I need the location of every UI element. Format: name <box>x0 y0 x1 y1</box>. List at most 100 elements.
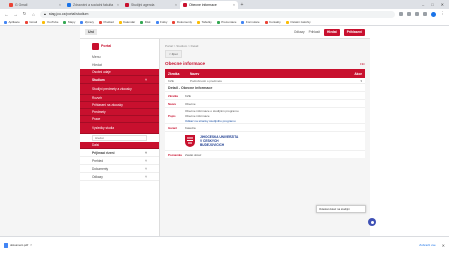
detail-value[interactable]: Zaslat dotaz <box>183 153 365 157</box>
detail-line[interactable]: Odkaz na stranky studijniho programu <box>185 118 363 123</box>
bookmark-label: Dokumenty <box>176 20 193 24</box>
sidebar-item[interactable]: Osobni udaje <box>80 69 159 76</box>
login-button[interactable]: Prihlaseni <box>343 28 365 36</box>
detail-row: Nazev Obecne <box>165 99 365 107</box>
new-tab-button[interactable]: + <box>238 1 246 9</box>
sidebar-item[interactable]: Rozvrh <box>80 95 159 102</box>
search-button[interactable]: Hledat <box>324 28 340 36</box>
brand-text: Portal <box>101 44 112 48</box>
bookmark-item[interactable]: Prezentace <box>216 20 236 24</box>
tab[interactable]: Studijni agenda × <box>122 1 180 9</box>
bookmark-item[interactable]: Ostatni zalozky <box>285 20 311 24</box>
extension-icon[interactable] <box>399 12 403 16</box>
tab[interactable]: Zdravotni a socialni fakulta × <box>64 1 122 9</box>
bookmark-item[interactable]: YouTube <box>42 20 58 24</box>
chevron-up-icon[interactable]: ˄ <box>30 243 32 247</box>
bookmark-label: Ostatni zalozky <box>290 20 311 24</box>
tab[interactable]: Obecne informace × <box>180 1 238 9</box>
sidebar-item-more[interactable]: Dalsi <box>80 142 159 149</box>
bookmark-item[interactable]: Disk <box>140 20 151 24</box>
column-header: Nazev <box>190 71 200 76</box>
sidebar-item[interactable]: Dokumenty ˅ <box>80 165 159 173</box>
bookmark-item[interactable]: Mapy <box>63 20 75 24</box>
filter-button[interactable]: Filtr <box>360 62 365 66</box>
reload-icon[interactable]: ↻ <box>22 11 27 17</box>
sidebar-item-label: Dalsi <box>92 143 100 147</box>
close-tab-icon[interactable]: × <box>117 3 119 7</box>
bookmark-item[interactable]: Fotky <box>155 20 167 24</box>
sidebar-search-input[interactable]: Hledat <box>92 135 147 141</box>
back-icon[interactable]: ← <box>4 12 9 17</box>
column-header: Akce <box>354 71 362 76</box>
sidebar-item[interactable]: Odkazy ˅ <box>80 173 159 181</box>
sidebar-item-label: Prehled <box>92 158 103 163</box>
profile-avatar[interactable] <box>431 11 436 17</box>
university-logo[interactable]: Uni <box>85 29 97 35</box>
bookmark-item[interactable]: Aplikace <box>4 20 20 24</box>
sidebar-item[interactable]: Studium ˅ <box>80 76 159 84</box>
sidebar-item-label: Prijimaci rizeni <box>92 150 115 155</box>
bookmark-favicon-icon <box>172 20 176 24</box>
chat-icon[interactable] <box>368 218 376 226</box>
extension-icon[interactable] <box>423 12 427 16</box>
detail-row: Popis Obecne informace o studijnim progra… <box>165 107 365 123</box>
url-input[interactable]: 🔒︎ stag.jcu.cz/portal/studium <box>40 10 395 18</box>
sidebar-item[interactable]: Vysledky studia <box>80 123 159 134</box>
sidebar-item[interactable]: Prehled ˅ <box>80 157 159 165</box>
bookmark-favicon-icon <box>216 20 220 24</box>
extension-icon[interactable] <box>407 12 411 16</box>
close-icon[interactable]: ✕ <box>442 243 445 248</box>
bookmark-item[interactable]: Formulare <box>241 20 260 24</box>
header-link[interactable]: Prihlasit <box>309 30 320 34</box>
bookmark-label: Tabulky <box>201 20 212 24</box>
table-cell: Podrobnosti o predmetu <box>190 78 223 83</box>
sidebar-item-label: Vysledky studia <box>92 126 115 130</box>
extension-icon[interactable] <box>415 12 419 16</box>
bookmark-item[interactable]: Preklad <box>99 20 114 24</box>
sidebar-item[interactable]: Prace <box>80 116 159 123</box>
tab-list: G Gmail × Zdravotni a socialni fakulta × Stu… <box>6 1 238 9</box>
tab-favicon-icon <box>9 3 13 7</box>
maximize-icon[interactable]: □ <box>431 2 433 7</box>
sidebar-item[interactable]: Predmety <box>80 109 159 116</box>
close-tab-icon[interactable]: × <box>59 3 61 7</box>
bookmark-item[interactable]: Gmail <box>24 20 37 24</box>
right-pane <box>370 26 449 236</box>
bookmark-item[interactable]: Kalendar <box>118 20 135 24</box>
bookmark-item[interactable]: Dokumenty <box>172 20 192 24</box>
show-all-downloads-button[interactable]: Zobrazit vse <box>419 243 435 247</box>
bookmark-favicon-icon <box>285 20 289 24</box>
sidebar-item[interactable]: Studijni predmety a zkousky <box>80 84 159 95</box>
sidebar-item-label: Predmety <box>92 110 106 114</box>
bookmark-item[interactable]: Zpravy <box>80 20 94 24</box>
back-button[interactable]: < Zpet <box>165 50 182 58</box>
logo-row: JIHOCESKA UNIVERZITA V CESKYCH BUDEJOVIC… <box>165 131 365 158</box>
sidebar-item-label: Studium <box>92 77 105 82</box>
bookmark-item[interactable]: Tabulky <box>197 20 212 24</box>
university-name: JIHOCESKA UNIVERZITA V CESKYCH BUDEJOVIC… <box>200 135 238 148</box>
page-title: Obecne informace Filtr <box>160 58 370 69</box>
logo-line: BUDEJOVICICH <box>200 143 225 148</box>
site-header: Uni Odkazy Prihlasit Hledat Prihlaseni <box>80 26 370 39</box>
close-tab-icon[interactable]: × <box>175 3 177 7</box>
detail-panel: Zkratka KZE Nazev Obecne Popis Obecne informa… <box>165 91 365 131</box>
header-link[interactable]: Odkazy <box>294 30 305 34</box>
download-item[interactable]: dokument.pdf ˄ <box>4 242 32 248</box>
sidebar-item-label: Osobni udaje <box>92 70 111 74</box>
bookmark-item[interactable]: Kontakty <box>264 20 281 24</box>
sidebar-item[interactable]: Prihlaseni na zkousky <box>80 102 159 109</box>
tab[interactable]: G Gmail × <box>6 1 64 9</box>
sidebar-item-label: Dokumenty <box>92 166 109 171</box>
close-window-icon[interactable]: ✕ <box>441 2 444 7</box>
forward-icon[interactable]: → <box>13 12 18 17</box>
sidebar-item-label: Rozvrh <box>92 96 103 100</box>
minimize-icon[interactable]: – <box>422 2 424 7</box>
menu-dots-icon[interactable]: ⋮ <box>440 11 445 17</box>
close-tab-icon[interactable]: × <box>233 3 235 7</box>
portal-brand[interactable]: Portal <box>80 39 159 53</box>
home-icon[interactable]: ⌂ <box>31 12 36 17</box>
row-action-icon[interactable]: ▾ <box>357 79 365 83</box>
sidebar-item[interactable]: Prijimaci rizeni ˅ <box>80 149 159 157</box>
file-icon <box>4 242 8 248</box>
detail-title: Detail - Obecne informace <box>165 84 365 91</box>
